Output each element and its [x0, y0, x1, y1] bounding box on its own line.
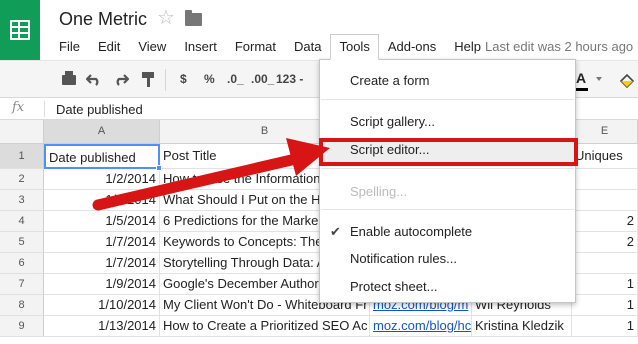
- table-cell-date[interactable]: Date published: [44, 144, 160, 169]
- menu-edit[interactable]: Edit: [89, 34, 129, 59]
- table-cell-date[interactable]: 1/10/2014: [44, 295, 160, 316]
- document-title[interactable]: One Metric: [59, 9, 147, 30]
- text-color-icon[interactable]: A: [576, 70, 586, 86]
- menu-separator: [321, 168, 574, 169]
- table-cell-uniques[interactable]: 1: [572, 316, 638, 337]
- table-cell-uniques[interactable]: 1: [572, 274, 638, 295]
- last-edit-status[interactable]: Last edit was 2 hours ago: [485, 39, 633, 54]
- toolbar-divider: [165, 69, 166, 91]
- menu-insert[interactable]: Insert: [175, 34, 226, 59]
- menu-format[interactable]: Format: [226, 34, 285, 59]
- paint-format-icon[interactable]: [142, 72, 154, 87]
- row-header[interactable]: 7: [0, 274, 44, 295]
- formula-input[interactable]: Date published: [56, 102, 143, 117]
- table-cell-uniques[interactable]: [572, 253, 638, 274]
- fx-icon: fx: [12, 100, 25, 115]
- menu-help[interactable]: Help: [445, 34, 490, 59]
- column-header-a[interactable]: A: [44, 120, 160, 144]
- menu-tools[interactable]: Tools: [330, 33, 379, 60]
- formula-divider: [44, 101, 45, 117]
- menu-file[interactable]: File: [50, 34, 89, 59]
- menu-view[interactable]: View: [129, 34, 175, 59]
- table-cell-author[interactable]: Kristina Kledzik: [472, 316, 572, 337]
- table-cell-date[interactable]: 1/5/2014: [44, 211, 160, 232]
- table-cell-date[interactable]: 1/7/2014: [44, 253, 160, 274]
- more-formats-button[interactable]: 123 -: [276, 72, 303, 86]
- text-color-swatch: [574, 88, 588, 91]
- check-icon: ✔: [330, 224, 341, 239]
- redo-icon[interactable]: [113, 72, 129, 86]
- sheets-grid-glyph: [10, 20, 30, 40]
- star-icon[interactable]: ☆: [157, 8, 175, 28]
- folder-icon[interactable]: [185, 10, 202, 26]
- row-header[interactable]: 2: [0, 169, 44, 190]
- column-header-e[interactable]: E: [572, 120, 638, 144]
- highlight-annotation-box: [319, 138, 578, 166]
- select-all-corner[interactable]: [0, 120, 44, 144]
- table-cell-date[interactable]: 1/13/2014: [44, 316, 160, 337]
- fill-color-icon[interactable]: [618, 73, 638, 89]
- undo-icon[interactable]: [86, 72, 102, 86]
- menu-item-label: Enable autocomplete: [350, 224, 473, 239]
- table-cell-uniques[interactable]: 1: [572, 295, 638, 316]
- menu-separator: [321, 99, 574, 100]
- table-cell-date[interactable]: 1/3/2014: [44, 190, 160, 211]
- menu-bar: File Edit View Insert Format Data Tools …: [50, 33, 490, 60]
- chevron-down-icon[interactable]: [596, 77, 602, 81]
- table-cell-title[interactable]: How to Create a Prioritized SEO Ac: [160, 316, 370, 337]
- fill-handle[interactable]: [156, 165, 162, 171]
- currency-format-button[interactable]: $: [180, 72, 187, 86]
- menu-data[interactable]: Data: [285, 34, 330, 59]
- row-header[interactable]: 8: [0, 295, 44, 316]
- tools-menu-dropdown: Create a form Script gallery... Script e…: [319, 59, 576, 303]
- menu-item-script-gallery[interactable]: Script gallery...: [320, 110, 575, 134]
- table-cell-uniques[interactable]: Uniques: [572, 144, 638, 169]
- table-cell-uniques[interactable]: [572, 169, 638, 190]
- table-cell-date[interactable]: 1/2/2014: [44, 169, 160, 190]
- table-cell-date[interactable]: 1/9/2014: [44, 274, 160, 295]
- row-header[interactable]: 4: [0, 211, 44, 232]
- table-cell-uniques[interactable]: 2: [572, 232, 638, 253]
- menu-item-create-form[interactable]: Create a form: [320, 69, 575, 93]
- menu-separator: [321, 209, 574, 210]
- percent-format-button[interactable]: %: [204, 72, 215, 86]
- print-icon[interactable]: [62, 71, 76, 85]
- menu-add-ons[interactable]: Add-ons: [379, 34, 445, 59]
- row-header[interactable]: 3: [0, 190, 44, 211]
- decrease-decimals-button[interactable]: .0_: [227, 72, 244, 86]
- menu-item-spelling[interactable]: Spelling...: [320, 180, 575, 204]
- menu-item-protect-sheet[interactable]: Protect sheet...: [320, 275, 575, 299]
- row-header[interactable]: 5: [0, 232, 44, 253]
- table-cell-url[interactable]: moz.com/blog/hc: [370, 316, 472, 337]
- table-cell-date[interactable]: 1/7/2014: [44, 232, 160, 253]
- table-cell-uniques[interactable]: 2: [572, 211, 638, 232]
- row-header[interactable]: 1: [0, 144, 44, 169]
- menu-item-notification-rules[interactable]: Notification rules...: [320, 247, 575, 271]
- table-cell-uniques[interactable]: [572, 190, 638, 211]
- row-header[interactable]: 9: [0, 316, 44, 337]
- row-header[interactable]: 6: [0, 253, 44, 274]
- increase-decimals-button[interactable]: .00_: [251, 72, 274, 86]
- sheets-logo-icon[interactable]: [0, 0, 40, 60]
- menu-item-enable-autocomplete[interactable]: ✔ Enable autocomplete: [320, 220, 575, 244]
